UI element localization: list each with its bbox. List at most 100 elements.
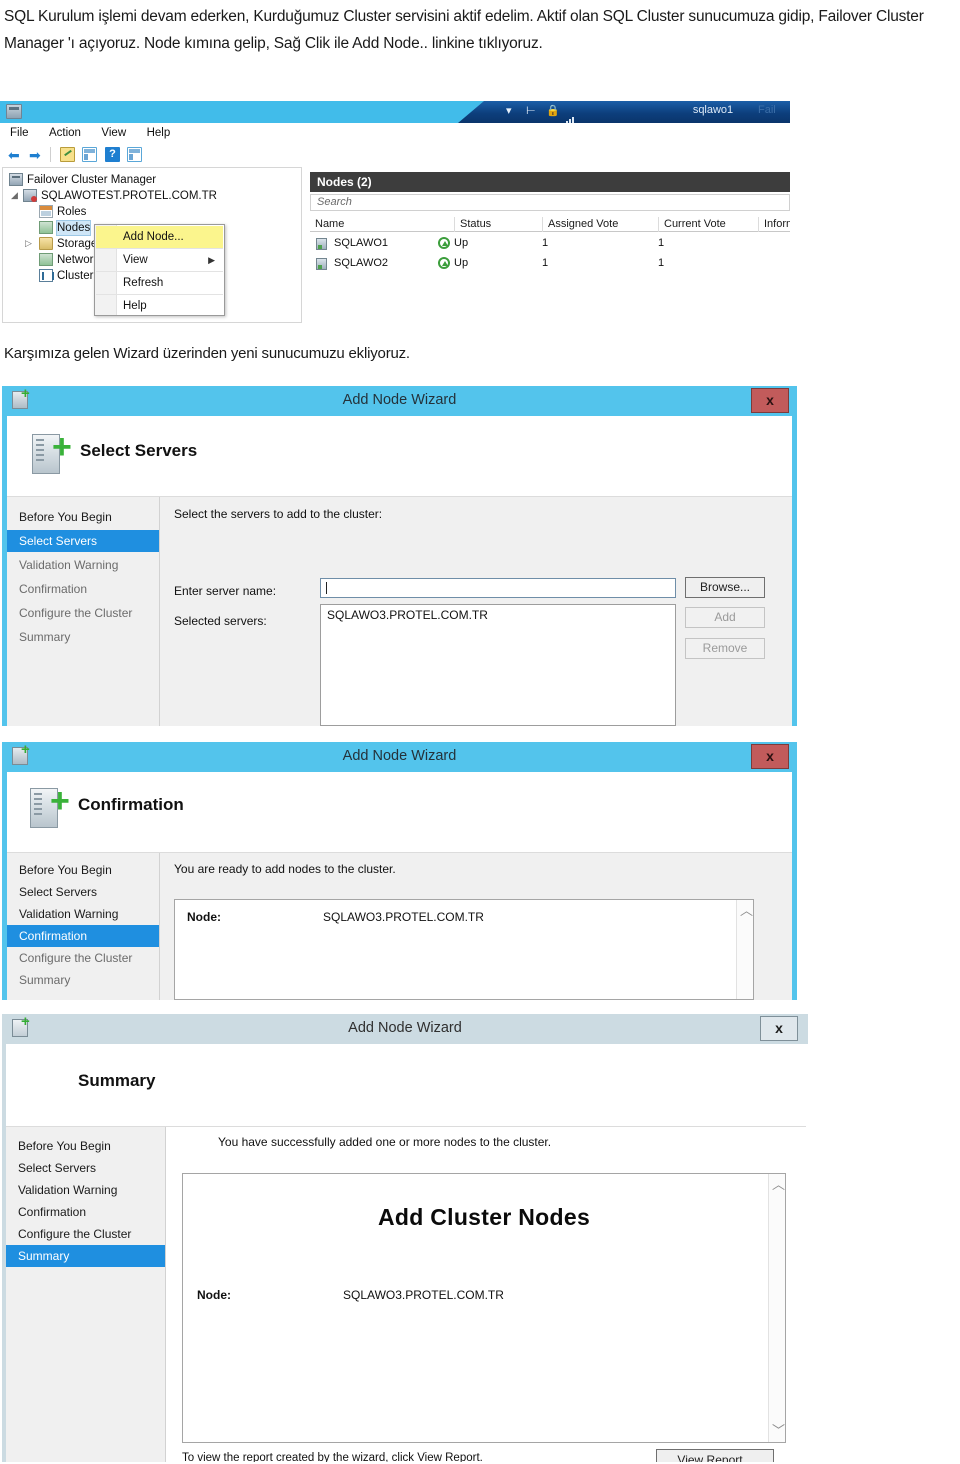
confirmation-message: You are ready to add nodes to the cluste… [174,862,396,876]
fcm-menu-bar: File Action View Help [0,123,790,144]
close-button[interactable]: x [760,1016,798,1041]
node-value: SQLAWO3.PROTEL.COM.TR [343,1288,504,1302]
tree-label: Roles [57,206,87,218]
close-button[interactable]: x [751,744,789,769]
wizard-step-summary[interactable]: Summary [7,969,159,991]
column-header-current-vote[interactable]: Current Vote [658,217,758,232]
tree-label: Failover Cluster Manager [27,174,157,186]
wizard-content-pane: Select the servers to add to the cluster… [160,497,792,726]
context-menu-item-add-node[interactable]: Add Node... [96,226,223,248]
context-menu-item-help[interactable]: Help [96,295,223,317]
wizard-step-before-you-begin[interactable]: Before You Begin [7,859,159,881]
table-row[interactable]: SQLAWO1 Up 1 1 [310,235,790,254]
selected-servers-label: Selected servers: [174,614,267,628]
wizard-step-validation-warning[interactable]: Validation Warning [7,903,159,925]
context-menu-item-view[interactable]: View ▶ [96,249,223,271]
wizard-step-before-you-begin[interactable]: Before You Begin [7,506,159,528]
chevron-up-icon[interactable]: ︿ [772,1178,785,1191]
plus-icon: + [50,782,70,820]
wizard-step-confirmation[interactable]: Confirmation [7,578,159,600]
wizard-step-list: Before You Begin Select Servers Validati… [6,1127,166,1462]
wizard-step-configure-the-cluster[interactable]: Configure the Cluster [7,602,159,624]
show-action-pane-icon[interactable] [127,147,142,162]
close-button[interactable]: x [751,388,789,413]
lock-icon: 🔒 [546,105,560,117]
wizard-step-summary[interactable]: Summary [6,1245,165,1267]
toolbar-divider [50,147,51,162]
status-up-icon [438,237,450,249]
roles-icon [39,205,53,218]
node-key: Node: [187,910,221,924]
wizard-step-validation-warning[interactable]: Validation Warning [6,1179,165,1201]
chevron-down-icon[interactable]: ▾ [506,105,512,118]
wizard-title-bar: + Add Node Wizard x [2,1014,808,1044]
wizard-page-heading: Summary [78,1071,156,1090]
column-header-assigned-vote[interactable]: Assigned Vote [542,217,658,232]
menu-help[interactable]: Help [147,123,171,144]
right-accent-stripe [792,416,797,726]
nodes-search-input[interactable]: Search [310,194,790,211]
wizard-title-bar: + Add Node Wizard x [2,742,797,772]
nodes-column-header-row: Name Status Assigned Vote Current Vote I… [310,217,790,232]
pin-icon[interactable]: ⊢ [526,105,536,118]
menu-view[interactable]: View [101,123,126,144]
wizard-title: Add Node Wizard [348,1020,462,1036]
properties-icon[interactable] [60,147,75,162]
node-name: SQLAWO1 [334,237,388,249]
remove-button: Remove [685,638,765,659]
wizard-content-pane: You have successfully added one or more … [166,1127,806,1462]
vertical-scrollbar[interactable]: ︿ [736,900,753,999]
show-pane-icon[interactable] [82,147,97,162]
chevron-down-icon[interactable]: ﹀ [772,1424,785,1437]
column-header-status[interactable]: Status [454,217,542,232]
wizard-step-select-servers[interactable]: Select Servers [6,1157,165,1179]
view-report-button[interactable]: View Report... [656,1449,774,1462]
chevron-right-icon: ▶ [208,255,215,265]
wizard-page-heading: Confirmation [78,795,184,814]
column-header-name[interactable]: Name [310,217,454,232]
context-menu-label: Refresh [123,277,164,289]
wizard-step-summary[interactable]: Summary [7,626,159,648]
menu-action[interactable]: Action [49,123,81,144]
wizard-banner: + Select Servers [7,416,792,496]
chevron-expanded-icon[interactable]: ◢ [11,189,18,202]
wizard-step-select-servers[interactable]: Select Servers [7,530,159,552]
context-menu-item-refresh[interactable]: Refresh [96,272,223,294]
column-header-information[interactable]: Information [758,217,790,232]
wizard-step-confirmation[interactable]: Confirmation [7,925,159,947]
tree-label: SQLAWOTEST.PROTEL.COM.TR [41,190,217,202]
node-assigned-vote: 1 [542,237,549,249]
context-menu-label: Add Node... [123,231,184,243]
table-row[interactable]: SQLAWO2 Up 1 1 [310,255,790,274]
list-item[interactable]: SQLAWO3.PROTEL.COM.TR [327,608,488,622]
vertical-scrollbar[interactable]: ︿ ﹀ [768,1174,785,1442]
report-title: Add Cluster Nodes [377,1204,591,1230]
chevron-up-icon[interactable]: ︿ [740,904,753,917]
wizard-step-validation-warning[interactable]: Validation Warning [7,554,159,576]
wizard-step-confirmation[interactable]: Confirmation [6,1201,165,1223]
remote-trailing-label: Fail [758,104,776,116]
tree-label: Storage [57,238,98,250]
fcm-app-icon [6,104,22,119]
nodes-search-placeholder: Search [317,196,352,208]
menu-file[interactable]: File [10,123,29,144]
chevron-right-icon[interactable]: ▷ [25,237,32,250]
wizard-step-before-you-begin[interactable]: Before You Begin [6,1135,165,1157]
selected-servers-list[interactable]: SQLAWO3.PROTEL.COM.TR [320,604,676,726]
help-icon[interactable]: ? [105,147,120,162]
browse-button[interactable]: Browse... [685,577,765,598]
server-icon [316,238,327,250]
add-node-wizard-select-servers: + Add Node Wizard x + Select Servers Bef… [2,386,797,726]
back-arrow-icon[interactable]: ⬅ [8,148,20,162]
cluster-events-icon [39,269,54,282]
wizard-content-pane: You are ready to add nodes to the cluste… [160,853,792,1000]
node-assigned-vote: 1 [542,257,549,269]
wizard-step-list: Before You Begin Select Servers Validati… [7,497,160,726]
forward-arrow-icon[interactable]: ➡ [29,148,41,162]
fcm-tree-pane: Failover Cluster Manager ◢ SQLAWOTEST.PR… [2,167,302,323]
wizard-step-configure-the-cluster[interactable]: Configure the Cluster [7,947,159,969]
node-value: SQLAWO3.PROTEL.COM.TR [323,910,484,924]
server-name-input[interactable] [320,578,676,598]
wizard-step-select-servers[interactable]: Select Servers [7,881,159,903]
wizard-step-configure-the-cluster[interactable]: Configure the Cluster [6,1223,165,1245]
